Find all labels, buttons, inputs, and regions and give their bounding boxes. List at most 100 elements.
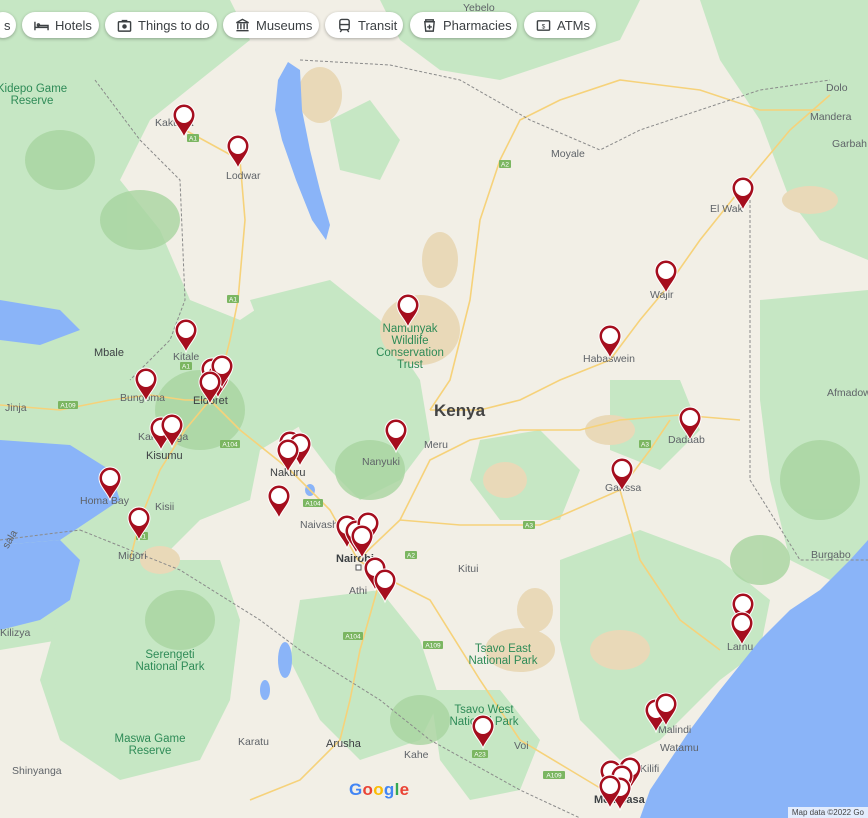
- place-label: Lodwar: [226, 170, 261, 182]
- road-shield: A109: [423, 641, 443, 650]
- place-label: Athi: [349, 585, 367, 597]
- map-canvas[interactable]: A1 A1 A2 A1 A109 A104 A104 A2 A3 A104 A1…: [0, 0, 868, 818]
- place-label: Mbale: [94, 347, 124, 359]
- place-label: Kitui: [458, 563, 478, 575]
- svg-text:$: $: [542, 23, 546, 30]
- svg-text:A3: A3: [525, 523, 533, 530]
- place-label: Karatu: [238, 736, 269, 748]
- place-label: Wajir: [650, 289, 674, 301]
- place-label: Dadaab: [668, 434, 705, 446]
- marker-pin-center: [602, 778, 618, 794]
- road-shield: A1: [180, 362, 192, 371]
- place-label: Arusha: [326, 738, 362, 750]
- marker-pin-center: [214, 358, 230, 374]
- road-shield: A109: [543, 771, 565, 780]
- train-icon: [339, 18, 350, 32]
- place-label: Moyale: [551, 148, 585, 160]
- marker-pin-center: [354, 528, 370, 544]
- place-label: Dolo: [826, 82, 848, 94]
- park-label: Serengeti National Park: [135, 649, 204, 673]
- marker-pin-center: [658, 263, 674, 279]
- filter-chip-museums[interactable]: Museums: [223, 12, 319, 38]
- road-shield: A2: [405, 551, 417, 560]
- place-label: Kisumu: [146, 450, 183, 462]
- road-shield: A104: [343, 632, 363, 641]
- place-label: Malindi: [658, 724, 691, 736]
- svg-text:A1: A1: [182, 364, 190, 371]
- place-label: Meru: [424, 439, 448, 451]
- marker-pin-center: [138, 371, 154, 387]
- marker-pin-center: [400, 297, 416, 313]
- marker-pin-center: [735, 596, 751, 612]
- road-shield: A109: [58, 401, 78, 410]
- road-shield: A1: [187, 134, 199, 143]
- place-label: Nanyuki: [362, 456, 400, 468]
- filter-chip-atms[interactable]: $ ATMs: [524, 12, 596, 38]
- atm-icon: $: [536, 19, 551, 31]
- bed-icon: [34, 21, 49, 30]
- park-label: Tsavo East National Park: [468, 643, 537, 667]
- chip-label: Transit: [358, 17, 398, 33]
- museum-icon: [236, 18, 249, 31]
- country-label: Kenya: [434, 401, 486, 420]
- place-label: Mandera: [810, 111, 852, 123]
- marker-pin-center: [682, 410, 698, 426]
- place-label: Watamu: [660, 742, 699, 754]
- chip-label: s: [4, 17, 11, 33]
- place-label: Kahe: [404, 749, 429, 761]
- marker-pin-center: [658, 696, 674, 712]
- map-attribution[interactable]: Map data ©2022 Go: [787, 807, 868, 818]
- filter-chip-things-to-do[interactable]: Things to do: [105, 12, 217, 38]
- marker-pin-center: [388, 422, 404, 438]
- marker-pin-center: [735, 180, 751, 196]
- marker-pin-center: [164, 417, 180, 433]
- svg-text:A1: A1: [229, 297, 237, 304]
- filter-chip-pharmacies[interactable]: Pharmacies: [410, 12, 517, 38]
- svg-text:A104: A104: [345, 634, 361, 641]
- road-shield: A1: [227, 295, 239, 304]
- marker-pin-center: [377, 572, 393, 588]
- place-label: Lamu: [727, 641, 753, 653]
- svg-text:A109: A109: [425, 643, 441, 650]
- filter-chip-hotels[interactable]: Hotels: [22, 12, 99, 38]
- filter-chip-transit[interactable]: Transit: [325, 12, 403, 38]
- svg-text:A104: A104: [222, 442, 238, 449]
- chip-label: Museums: [256, 17, 313, 33]
- place-label: Kilifi: [640, 763, 659, 775]
- marker-pin-center: [202, 374, 218, 390]
- marker-pin-center: [178, 322, 194, 338]
- category-filter-bar: s Hotels Things to do Museums Transit Ph…: [0, 12, 868, 40]
- city-dots: [355, 564, 362, 571]
- svg-text:A109: A109: [546, 773, 562, 780]
- svg-text:A2: A2: [501, 162, 509, 169]
- google-logo[interactable]: Google: [349, 780, 409, 800]
- place-label: Migori: [118, 550, 147, 562]
- place-label: Garbah: [832, 138, 867, 150]
- marker-pin-center: [102, 470, 118, 486]
- road-shield: A2: [499, 160, 511, 169]
- place-label: Jinja: [5, 402, 27, 414]
- chip-label: Hotels: [55, 17, 92, 33]
- marker-pin-center: [614, 461, 630, 477]
- marker-pin-center: [602, 328, 618, 344]
- marker-pin-center: [475, 718, 491, 734]
- road-shield: A23: [472, 750, 488, 759]
- road-shield: A3: [523, 521, 535, 530]
- chip-label: Things to do: [138, 17, 210, 33]
- place-label: Homa Bay: [80, 495, 130, 507]
- place-label: Voi: [514, 740, 529, 752]
- place-label: El Wak: [710, 203, 744, 215]
- svg-text:A23: A23: [474, 752, 486, 759]
- marker-pin-center: [280, 442, 296, 458]
- place-label: Kilizya: [0, 627, 31, 639]
- filter-chip-partial[interactable]: s: [0, 12, 16, 38]
- svg-text:A1: A1: [189, 136, 197, 143]
- marker-pin-center: [230, 138, 246, 154]
- chip-label: Pharmacies: [443, 17, 512, 33]
- place-label: Afmadow: [827, 387, 868, 399]
- svg-text:A104: A104: [305, 501, 321, 508]
- road-shield: A104: [303, 499, 323, 508]
- marker-pin-center: [131, 510, 147, 526]
- place-label: Shinyanga: [12, 765, 62, 777]
- pharmacy-icon: [424, 18, 435, 32]
